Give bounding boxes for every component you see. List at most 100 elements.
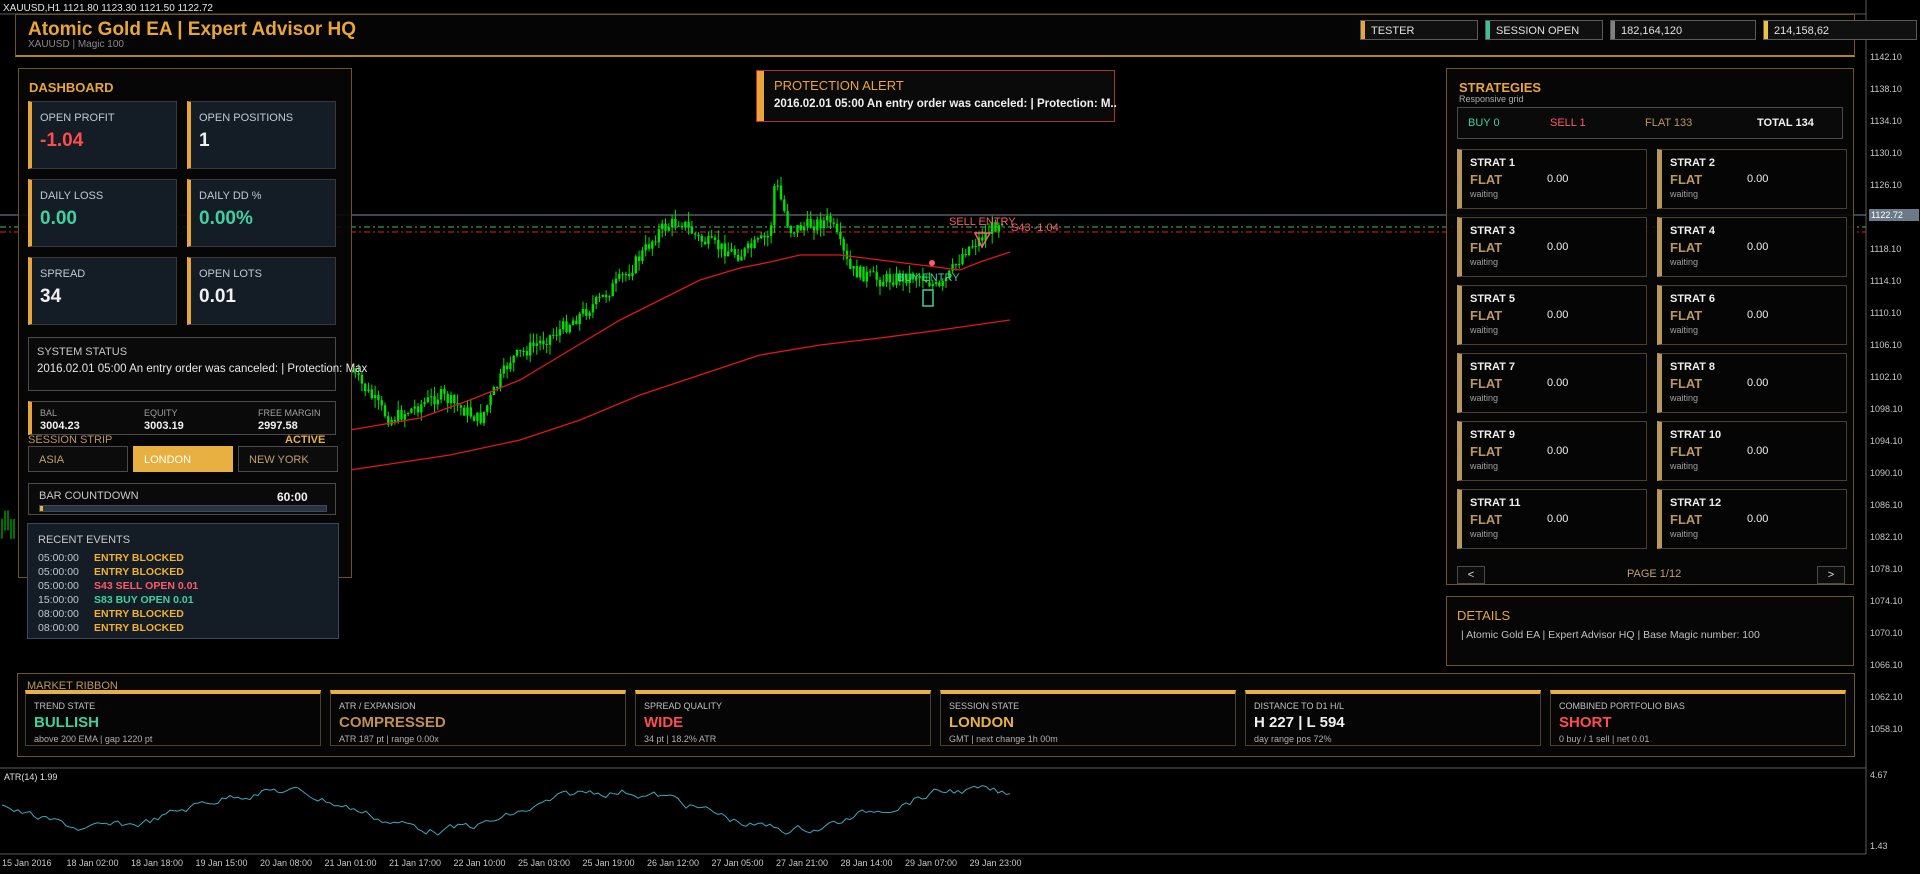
strategy-state: FLAT [1470,308,1503,323]
strategy-pnl: 0.00 [1547,513,1569,525]
card-value: 1 [199,130,210,151]
candle-body [383,405,387,417]
candle-body [687,221,690,227]
candle-body [677,225,680,227]
recent-events-title: RECENT EVENTS [38,534,131,546]
candle-body [789,225,793,233]
candle-body [971,246,974,248]
candle-body [413,406,416,409]
candle-body [486,405,489,412]
candle-body [512,355,515,363]
app-title: Atomic Gold EA | Expert Advisor HQ [28,19,357,40]
candle-body [654,241,657,243]
strategy-card[interactable]: STRAT 6 FLAT waiting 0.00 [1657,285,1847,345]
session-london-button[interactable]: LONDON [133,446,233,472]
candle-body [644,244,647,251]
strategy-name: STRAT 10 [1670,429,1722,441]
strategy-state: FLAT [1670,172,1703,187]
candle-body [974,246,977,248]
candle-body [529,342,532,356]
page-prev-button[interactable]: < [1457,566,1485,584]
price-tick: 1066.10 [1870,660,1903,670]
trade-dot [929,260,935,266]
candle-body [816,219,819,231]
ribbon-card: DISTANCE TO D1 H/L H 227 | L 594 day range… [1245,690,1541,746]
strategy-state: FLAT [1470,444,1503,459]
candle-body [416,406,420,413]
candle-body [766,235,769,238]
candle-body [552,334,555,336]
strategy-pnl: 0.00 [1547,173,1569,185]
time-tick: 29 Jan 07:00 [905,858,958,868]
candle-body [571,320,575,326]
price-tick: 1114.10 [1870,276,1902,286]
strategy-card[interactable]: STRAT 4 FLAT waiting 0.00 [1657,217,1847,277]
atr-scale-low: 1.43 [1870,841,1888,851]
strategy-card[interactable]: STRAT 7 FLAT waiting 0.00 [1457,353,1647,413]
candle-body [736,254,740,261]
card-label: OPEN LOTS [199,268,262,280]
candle-body [403,414,406,420]
dashboard-panel: DASHBOARD OPEN PROFIT -1.04 OPEN POSITIO… [18,68,367,578]
strategy-state: FLAT [1670,308,1703,323]
buy-entry-marker [922,289,934,307]
strategy-card[interactable]: STRAT 1 FLAT waiting 0.00 [1457,149,1647,209]
event-time: 08:00:00 [38,608,79,620]
time-tick: 27 Jan 05:00 [711,858,764,868]
candle-body [694,233,697,235]
candle-body [697,234,700,236]
strategy-name: STRAT 8 [1670,361,1716,373]
strategy-name: STRAT 7 [1470,361,1516,373]
session-strip-label: SESSION STRIP [28,434,113,446]
strategy-card[interactable]: STRAT 3 FLAT waiting 0.00 [1457,217,1647,277]
strategy-card[interactable]: STRAT 2 FLAT waiting 0.00 [1657,149,1847,209]
ribbon-detail: 0 buy / 1 sell | net 0.01 [1559,734,1650,744]
strategy-card[interactable]: STRAT 8 FLAT waiting 0.00 [1657,353,1847,413]
strategy-pnl: 0.00 [1547,377,1569,389]
open-profit-card: OPEN PROFIT -1.04 [28,101,177,169]
event-row: 05:00:00 ENTRY BLOCKED [38,552,184,564]
strategy-name: STRAT 3 [1470,225,1516,237]
ribbon-card: COMBINED PORTFOLIO BIAS SHORT 0 buy / 1 se… [1550,690,1846,746]
session-newyork-button[interactable]: NEW YORK [238,446,338,472]
price-tick: 1090.10 [1870,468,1903,478]
strategy-card[interactable]: STRAT 11 FLAT waiting 0.00 [1457,489,1647,549]
candle-body [443,389,446,394]
candle-body [380,400,383,406]
candle-body [826,216,829,221]
candle-body [786,210,789,226]
price-tick: 1126.10 [1870,180,1902,190]
page-indicator: PAGE 1/12 [1627,568,1682,580]
candle-body [872,271,875,273]
candle-body [882,281,885,287]
strategy-card[interactable]: STRAT 10 FLAT waiting 0.00 [1657,421,1847,481]
candle-body [565,321,568,332]
session-asia-button[interactable]: ASIA [28,446,128,472]
page-next-button[interactable]: > [1817,566,1845,584]
app-subtitle: XAUUSD | Magic 100 [28,39,124,50]
strategy-note: waiting [1470,325,1499,335]
strategy-note: waiting [1670,529,1699,539]
candle-body [466,407,469,416]
ribbon-label: ATR / EXPANSION [339,701,416,711]
candle-body [525,350,529,356]
time-tick: 21 Jan 17:00 [389,858,442,868]
summary-total: TOTAL 134 [1757,117,1814,129]
event-time: 05:00:00 [38,580,79,592]
ribbon-card: ATR / EXPANSION COMPRESSED ATR 187 pt | ra… [330,690,626,746]
strategy-card[interactable]: STRAT 5 FLAT waiting 0.00 [1457,285,1647,345]
candle-body [446,393,449,404]
ribbon-card: SESSION STATE LONDON GMT | next change 1h … [940,690,1236,746]
current-price-tag: 1122.72 [1869,209,1919,221]
open-positions-card: OPEN POSITIONS 1 [187,101,336,169]
candle-body [717,239,720,250]
strategy-card[interactable]: STRAT 9 FLAT waiting 0.00 [1457,421,1647,481]
candle-body [793,232,796,234]
card-label: SPREAD [40,268,86,280]
ribbon-card: SPREAD QUALITY WIDE 34 pt | 18.2% ATR [635,690,931,746]
candle-body [439,389,443,400]
free-margin-value: 2997.58 [258,420,298,432]
ribbon-label: SPREAD QUALITY [644,701,723,711]
card-value: -1.04 [40,130,84,151]
strategy-card[interactable]: STRAT 12 FLAT waiting 0.00 [1657,489,1847,549]
